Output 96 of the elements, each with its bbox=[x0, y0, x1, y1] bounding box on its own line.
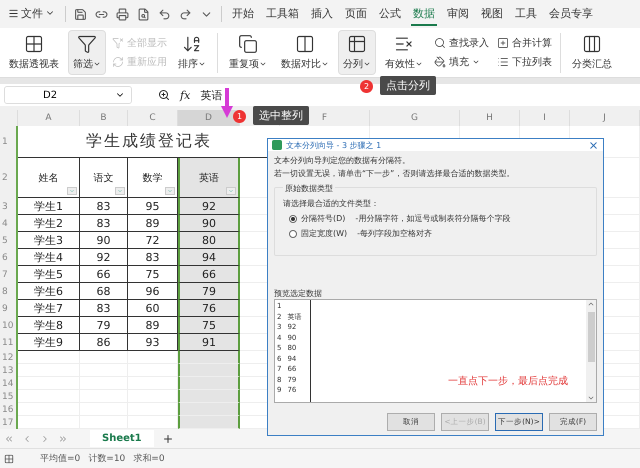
row-number: 6 bbox=[0, 249, 18, 266]
ribbon-button[interactable]: 筛选 bbox=[68, 30, 106, 75]
table-cell: 学生7 bbox=[18, 300, 80, 317]
table-cell: 83 bbox=[80, 198, 128, 215]
table-cell: 80 bbox=[178, 232, 240, 249]
table-cell: 94 bbox=[178, 249, 240, 266]
row-number: 1 bbox=[0, 126, 18, 158]
row-number: 17 bbox=[0, 416, 18, 429]
table-cell: 90 bbox=[178, 215, 240, 232]
prompt-text: 请选择最合适的文件类型： bbox=[283, 198, 380, 209]
table-cell: 79 bbox=[178, 283, 240, 300]
table-cell: 学生5 bbox=[18, 266, 80, 283]
table-cell: 学生3 bbox=[18, 232, 80, 249]
menu-tab[interactable]: 开始 bbox=[230, 2, 256, 26]
menu-tab[interactable]: 工具箱 bbox=[264, 2, 301, 26]
table-cell: 66 bbox=[178, 266, 240, 283]
column-header[interactable]: G bbox=[370, 110, 460, 126]
ribbon-button[interactable]: 下拉列表 bbox=[495, 55, 554, 69]
ribbon-button[interactable]: 填充 bbox=[432, 55, 491, 69]
ribbon-button[interactable]: 分类汇总 bbox=[567, 30, 617, 75]
table-cell: 91 bbox=[178, 334, 240, 351]
ribbon-button[interactable]: 查找录入 bbox=[432, 36, 491, 50]
table-cell: 学生6 bbox=[18, 283, 80, 300]
dialog-title: 文本分列向导 - 3 步骤之 1 bbox=[286, 140, 382, 150]
intro-text: 若一切设置无误，请单击“下一步”，否则请选择最合适的数据类型。 bbox=[274, 168, 516, 179]
menu-tab[interactable]: 公式 bbox=[377, 2, 403, 26]
intro-text: 文本分列向导判定您的数据有分隔符。 bbox=[274, 155, 411, 166]
sheet-tab[interactable]: Sheet1 bbox=[90, 430, 154, 447]
column-header[interactable]: A bbox=[18, 110, 80, 126]
menu-tab[interactable]: 数据 bbox=[411, 2, 437, 26]
row-number: 5 bbox=[0, 232, 18, 249]
status-text: 平均值=0 bbox=[40, 452, 80, 465]
status-text: 计数=10 bbox=[88, 452, 126, 465]
step-tooltip: 点击分列 bbox=[380, 76, 436, 95]
row-number: 16 bbox=[0, 403, 18, 416]
option-description: -用分隔字符，如逗号或制表符分隔每个字段 bbox=[355, 213, 510, 224]
preview-title: 预览选定数据 bbox=[274, 289, 322, 298]
menu-tab[interactable]: 视图 bbox=[479, 2, 505, 26]
row-number: 7 bbox=[0, 266, 18, 283]
menu-tab[interactable]: 会员专享 bbox=[547, 2, 595, 26]
row-number: 14 bbox=[0, 377, 18, 390]
table-cell: 83 bbox=[80, 300, 128, 317]
header-cell: 姓名 bbox=[18, 158, 80, 198]
table-cell: 86 bbox=[80, 334, 128, 351]
menu-tab[interactable]: 页面 bbox=[343, 2, 369, 26]
file-menu[interactable]: 文件 bbox=[6, 2, 57, 26]
table-cell: 79 bbox=[80, 317, 128, 334]
ribbon-button[interactable]: 数据透视表 bbox=[4, 30, 64, 75]
row-number: 13 bbox=[0, 364, 18, 377]
fx-label: fx bbox=[180, 88, 190, 102]
menu-tab[interactable]: 审阅 bbox=[445, 2, 471, 26]
ribbon-button[interactable]: 重复项 bbox=[224, 30, 272, 75]
column-header[interactable]: C bbox=[128, 110, 178, 126]
table-cell: 92 bbox=[80, 249, 128, 266]
column-header[interactable]: H bbox=[460, 110, 520, 126]
header-cell: 英语 bbox=[178, 158, 240, 198]
row-number: 2 bbox=[0, 158, 18, 198]
group-title: 原始数据类型 bbox=[283, 183, 335, 194]
column-header[interactable]: J bbox=[570, 110, 640, 126]
table-cell: 83 bbox=[80, 215, 128, 232]
option-label[interactable]: 分隔符号(D) bbox=[301, 213, 346, 224]
row-number: 11 bbox=[0, 334, 18, 351]
table-cell: 90 bbox=[80, 232, 128, 249]
table-cell: 学生2 bbox=[18, 215, 80, 232]
column-header[interactable]: B bbox=[80, 110, 128, 126]
ribbon-button[interactable]: 有效性 bbox=[380, 30, 428, 75]
table-cell: 学生1 bbox=[18, 198, 80, 215]
table-cell: 75 bbox=[178, 317, 240, 334]
column-header[interactable]: I bbox=[520, 110, 570, 126]
row-number: 12 bbox=[0, 351, 18, 364]
ribbon-button[interactable]: 排序 bbox=[173, 30, 211, 75]
row-number: 8 bbox=[0, 283, 18, 300]
step-tooltip: 选中整列 bbox=[253, 106, 309, 125]
table-cell: 学生4 bbox=[18, 249, 80, 266]
option-label[interactable]: 固定宽度(W) bbox=[301, 228, 348, 239]
name-box[interactable]: D2 bbox=[4, 86, 132, 104]
table-cell: 68 bbox=[80, 283, 128, 300]
menu-tab[interactable]: 插入 bbox=[309, 2, 335, 26]
row-number: 10 bbox=[0, 317, 18, 334]
table-cell: 学生9 bbox=[18, 334, 80, 351]
row-number: 15 bbox=[0, 390, 18, 403]
row-number: 3 bbox=[0, 198, 18, 215]
header-cell: 语文 bbox=[80, 158, 128, 198]
status-text: 求和=0 bbox=[133, 452, 165, 465]
instruction-note: 一直点下一步，最后点完成 bbox=[448, 374, 568, 388]
table-cell: 92 bbox=[178, 198, 240, 215]
table-cell: 学生8 bbox=[18, 317, 80, 334]
table-cell: 76 bbox=[178, 300, 240, 317]
table-cell: 66 bbox=[80, 266, 128, 283]
ribbon-button[interactable]: 合并计算 bbox=[495, 36, 554, 50]
ribbon-button[interactable]: 分列 bbox=[338, 30, 376, 75]
ribbon-button[interactable]: 数据对比 bbox=[276, 30, 334, 75]
menu-tab[interactable]: 工具 bbox=[513, 2, 539, 26]
option-description: -每列字段加空格对齐 bbox=[357, 228, 432, 239]
row-number: 4 bbox=[0, 215, 18, 232]
row-number: 9 bbox=[0, 300, 18, 317]
